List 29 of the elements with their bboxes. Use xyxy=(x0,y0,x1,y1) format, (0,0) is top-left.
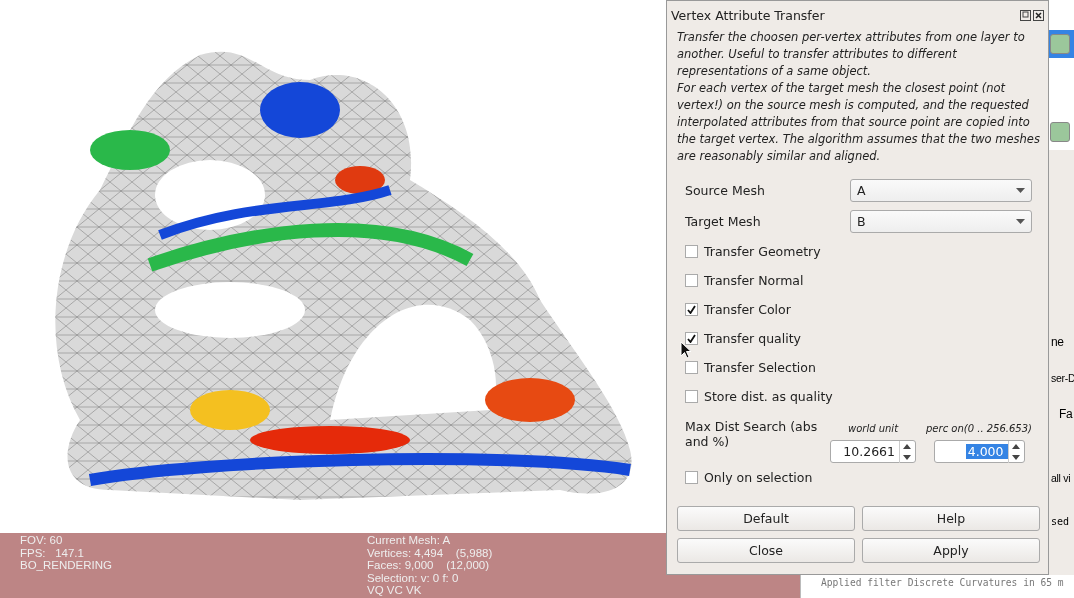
info-text: FPS: 147.1 xyxy=(20,546,85,559)
info-text: Selection: v: 0 f: 0 xyxy=(367,571,460,584)
field-caption: world unit xyxy=(847,423,899,434)
checkbox-label: Transfer Geometry xyxy=(704,244,821,259)
checkbox-label: Only on selection xyxy=(704,470,813,485)
field-label: Source Mesh xyxy=(685,183,765,198)
panel-text: ne xyxy=(1051,334,1064,351)
panel-text: ser-D xyxy=(1051,371,1074,386)
info-text: Vertices: 4,494 (5,988) xyxy=(367,546,493,559)
info-text: Current Mesh: A xyxy=(367,534,452,547)
checkbox-label: Store dist. as quality xyxy=(704,389,833,404)
info-text: FOV: 60 xyxy=(20,534,64,547)
checkbox-label: Transfer quality xyxy=(704,331,801,346)
info-text: VQ VC VK xyxy=(367,584,423,597)
info-text: Faces: 9,000 (12,000) xyxy=(367,559,491,572)
checkbox-label: Transfer Color xyxy=(704,302,791,317)
log-text: Applied filter Discrete Curvatures in 65 m xyxy=(801,575,1074,598)
window-title: Vertex Attribute Transfer xyxy=(671,7,825,23)
description-text: Transfer the choosen per-vertex attributes from one layer to another. Useful to transfer attributes to different representations of a same object. xyxy=(677,29,1026,80)
field-label: Max Dist Search (abs and %) xyxy=(685,419,819,449)
field-caption: perc on(0 .. 256.653) xyxy=(926,423,1032,434)
panel-text: sed xyxy=(1051,515,1070,529)
field-label: Target Mesh xyxy=(685,214,761,229)
panel-text: all vi xyxy=(1051,471,1071,486)
panel-text: Fa xyxy=(1059,406,1073,423)
description-text: For each vertex of the target mesh the closest point (not vertex!) on the source mesh is computed, and the requested interpolated attributes from that source point are copied into the target vertex. The algorithm assumes that the two meshes are reasonably similar and aligned. xyxy=(677,80,1040,165)
info-text: BO_RENDERING xyxy=(20,559,114,572)
checkbox-label: Transfer Selection xyxy=(704,360,816,375)
checkbox-label: Transfer Normal xyxy=(704,273,804,288)
